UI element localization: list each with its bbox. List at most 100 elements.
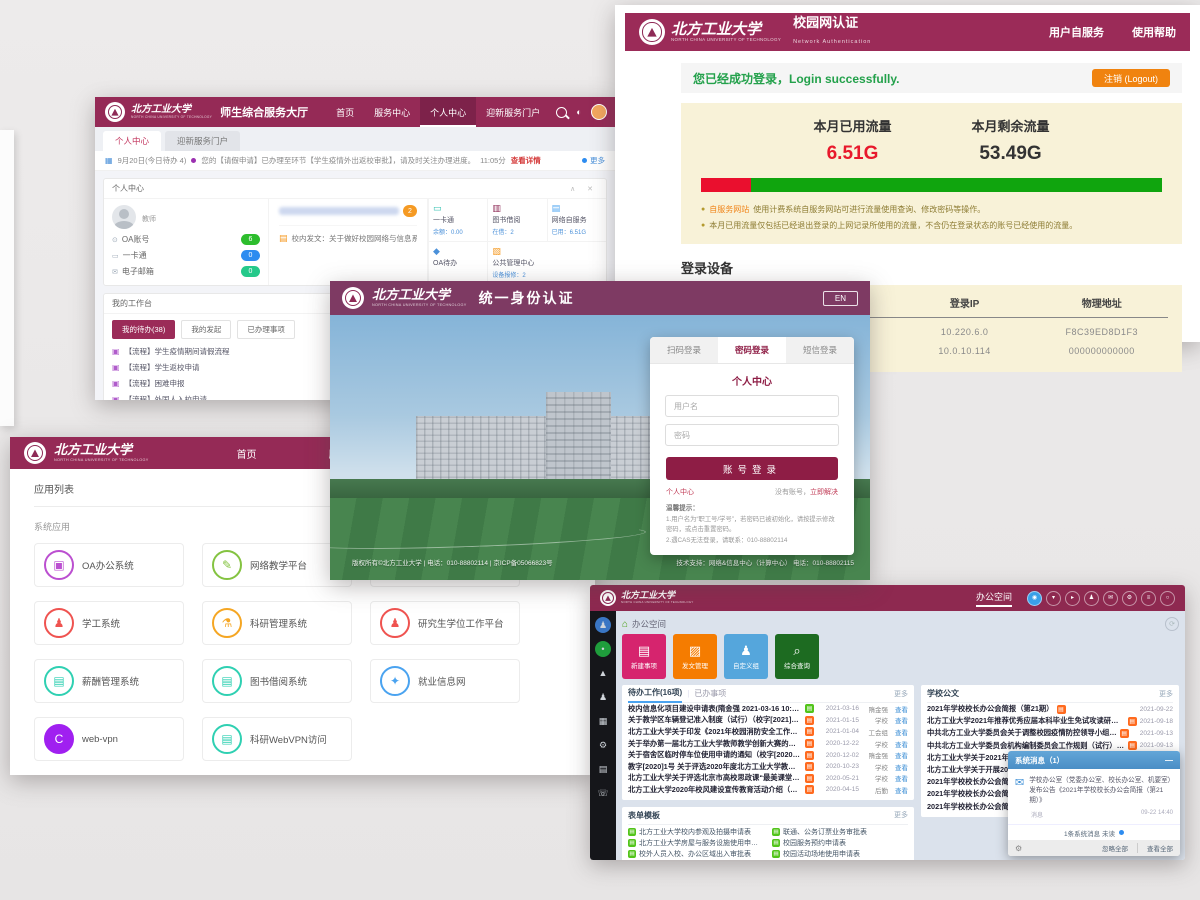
search-icon[interactable]: [556, 107, 567, 118]
view-link[interactable]: 查看: [891, 739, 908, 749]
tab-todo-work[interactable]: 待办工作(16项): [628, 684, 682, 703]
refresh-icon[interactable]: ⟳: [1165, 617, 1179, 631]
app-card[interactable]: ✦ 就业信息网: [370, 659, 520, 703]
header-icon[interactable]: ✉: [1103, 591, 1118, 606]
theme-icon[interactable]: ◐: [576, 107, 581, 117]
more-link[interactable]: 更多: [894, 810, 908, 820]
tab-freshman-portal[interactable]: 迎新服务门户: [165, 131, 240, 151]
self-service-link[interactable]: 自服务网站: [709, 202, 749, 218]
sidebar-icon[interactable]: ♟: [595, 689, 611, 705]
sidebar-icon[interactable]: ⚙: [595, 737, 611, 753]
more-link[interactable]: 更多: [894, 689, 908, 699]
quick-tile[interactable]: ♟ 自定义组: [724, 634, 768, 679]
quick-tile[interactable]: ▥ 图书借阅 在借：2: [487, 199, 546, 242]
header-icon[interactable]: ≡: [1141, 591, 1156, 606]
header-icon[interactable]: ♟: [1084, 591, 1099, 606]
tab-personal-center[interactable]: 个人中心: [103, 131, 161, 151]
form-template-link[interactable]: ▤ 校园服务预约申请表: [772, 838, 908, 849]
language-toggle-button[interactable]: EN: [823, 291, 858, 306]
avatar[interactable]: [591, 104, 607, 120]
app-card[interactable]: ♟ 研究生学位工作平台: [370, 601, 520, 645]
message-row[interactable]: ▤ 校内发文：关于做好校园网络与信息系统安全工作的通知: [279, 225, 417, 244]
account-row[interactable]: ▭ 一卡通 0: [112, 250, 260, 261]
view-link[interactable]: 查看: [891, 785, 908, 795]
app-card[interactable]: ▤ 科研WebVPN访问: [202, 717, 352, 761]
view-link[interactable]: 查看: [891, 715, 908, 725]
header-icon[interactable]: ◉: [1027, 591, 1042, 606]
view-link[interactable]: 查看: [891, 704, 908, 714]
doc-row[interactable]: 中共北方工业大学委员会机构编制委员会工作规则（试行）（… ▤ 2021-09-1…: [927, 740, 1173, 752]
notice-more[interactable]: 更多: [582, 155, 605, 166]
quick-tile[interactable]: ▤ 网络自服务 已用：6.51G: [547, 199, 606, 242]
sidebar-icon[interactable]: ☏: [595, 785, 611, 801]
header-icon[interactable]: ▸: [1065, 591, 1080, 606]
sidebar-icon[interactable]: ▦: [595, 713, 611, 729]
nav-service-center[interactable]: 服务中心: [364, 97, 420, 127]
todo-row[interactable]: 教字[2020]1号 关于评选2020年度北方工业大学教学名师、青… ▤ 202…: [628, 761, 908, 773]
app-card[interactable]: ▣ OA办公系统: [34, 543, 184, 587]
quick-tile[interactable]: ▤ 新建事项: [622, 634, 666, 679]
doc-row[interactable]: 中共北方工业大学委员会关于调整校园疫情防控领导小组… ▤ 2021-09-13: [927, 727, 1173, 739]
login-button[interactable]: 账号登录: [666, 457, 838, 480]
quick-tile[interactable]: ◆ OA待办: [428, 242, 487, 285]
notice-bar[interactable]: ▦ 9月20日(今日待办 4) 您的【请假申请】已办理至环节【学生疫情外出返校审…: [95, 151, 615, 171]
password-input[interactable]: [665, 424, 839, 446]
header-icon[interactable]: ▾: [1046, 591, 1061, 606]
resolve-link[interactable]: 立即解决: [810, 489, 838, 496]
quick-tile[interactable]: ▨ 发文管理: [673, 634, 717, 679]
app-card[interactable]: ♟ 学工系统: [34, 601, 184, 645]
done-items-button[interactable]: 已办理事项: [237, 320, 295, 339]
username-input[interactable]: [665, 395, 839, 417]
logout-button[interactable]: 注销 (Logout): [1092, 69, 1170, 87]
app-card[interactable]: ▤ 图书借阅系统: [202, 659, 352, 703]
tab-password-login[interactable]: 密码登录: [718, 337, 786, 363]
app-card[interactable]: C web-vpn: [34, 717, 184, 761]
account-row[interactable]: ✉ 电子邮箱 0: [112, 266, 260, 277]
form-template-link[interactable]: ▤ 校园活动场地使用申请表: [772, 849, 908, 860]
todo-row[interactable]: 北方工业大学2020年校风建设宣传教育活动介绍（试读（202… ▤ 2020-0…: [628, 784, 908, 796]
view-link[interactable]: 查看: [891, 762, 908, 772]
account-row[interactable]: ⊙ OA账号 6: [112, 234, 260, 245]
tab-scan-login[interactable]: 扫码登录: [650, 337, 718, 363]
app-card[interactable]: ▤ 薪酬管理系统: [34, 659, 184, 703]
nav-link[interactable]: 用户自服务: [1049, 24, 1104, 40]
form-template-link[interactable]: ▤ 北方工业大学房屋与服务设施使用申请表: [628, 838, 764, 849]
header-icon[interactable]: ⚙: [1122, 591, 1137, 606]
notice-detail-link[interactable]: 查看详情: [511, 155, 541, 166]
form-template-link[interactable]: ▤ 校外人员入校、办公区域出入审批表: [628, 849, 764, 860]
quick-tile[interactable]: ▭ 一卡通 余额：0.00: [428, 199, 487, 242]
sidebar-icon[interactable]: ♟: [595, 617, 611, 633]
ignore-all-link[interactable]: 忽略全部: [1102, 843, 1128, 853]
personal-center-link[interactable]: 个人中心: [666, 487, 694, 497]
form-template-link[interactable]: ▤ 联通、公务订票业务审批表: [772, 827, 908, 838]
todo-row[interactable]: 北方工业大学关于印发《2021年校园消防安全工作要点》的通… ▤ 2021-01…: [628, 726, 908, 738]
tab-done-work[interactable]: 已办事项: [694, 688, 726, 699]
sidebar-icon[interactable]: ▤: [595, 761, 611, 777]
view-link[interactable]: 查看: [891, 773, 908, 783]
more-link[interactable]: 更多: [1159, 689, 1173, 699]
header-icon[interactable]: ○: [1160, 591, 1175, 606]
popup-message[interactable]: 学校办公室（党委办公室、校长办公室、机要室）发布公告《2021年学校校长办公会简…: [1029, 776, 1173, 806]
todo-row[interactable]: 关于教学区车辆登记准入制度（试行）（校字[2021]1号） ▤ 2021-01-…: [628, 715, 908, 727]
home-icon[interactable]: ⌂: [622, 619, 628, 630]
nav-home[interactable]: 首页: [326, 97, 364, 127]
tab-sms-login[interactable]: 短信登录: [786, 337, 854, 363]
doc-row[interactable]: 北方工业大学2021年推荐优秀应届本科毕业生免试攻读研究生… ▤ 2021-09…: [927, 715, 1173, 727]
gear-icon[interactable]: ⚙: [1015, 844, 1022, 853]
nav-personal-center[interactable]: 个人中心: [420, 97, 476, 127]
nav-link[interactable]: 使用帮助: [1132, 24, 1176, 40]
view-all-link[interactable]: 查看全部: [1137, 843, 1173, 853]
form-template-link[interactable]: ▤ 北方工业大学校内参观及拍摄申请表: [628, 827, 764, 838]
quick-tile[interactable]: ⌕ 综合查询: [775, 634, 819, 679]
sidebar-icon[interactable]: ▲: [595, 665, 611, 681]
todo-row[interactable]: 关于宿舍区临时停车位使用申请的通知（校字[2020]17号） ▤ 2020-12…: [628, 749, 908, 761]
workspace-label[interactable]: 办公空间: [976, 590, 1012, 607]
app-card[interactable]: ⚗ 科研管理系统: [202, 601, 352, 645]
card-actions[interactable]: ∧ ✕: [570, 185, 598, 193]
todo-row[interactable]: 北方工业大学关于评选北京市高校思政课“最美课堂”的通… ▤ 2020-05-21…: [628, 773, 908, 785]
minimize-icon[interactable]: —: [1165, 756, 1173, 765]
quick-tile[interactable]: ▧ 公共管理中心 设备报修：2: [487, 242, 546, 285]
sidebar-icon[interactable]: •: [595, 641, 611, 657]
todo-row[interactable]: 关于举办第一届北方工业大学教师教学创新大赛的通知（通… ▤ 2020-12-22…: [628, 738, 908, 750]
todo-row[interactable]: 校内信息化项目建设申请表(隋金强 2021-03-16 10:47) ▤ 202…: [628, 703, 908, 715]
